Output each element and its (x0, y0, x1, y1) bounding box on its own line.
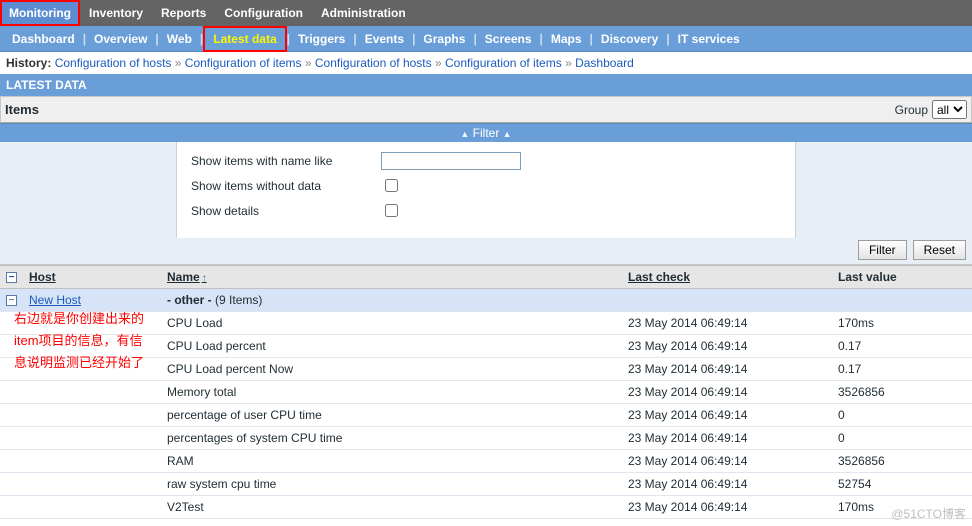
subnav-overview[interactable]: Overview (86, 26, 155, 52)
subnav-triggers[interactable]: Triggers (290, 26, 353, 52)
filter-show-details-label: Show details (191, 204, 381, 218)
filter-button[interactable]: Filter (858, 240, 907, 260)
table-row: CPU Load percent23 May 2014 06:49:140.17 (0, 335, 972, 358)
item-name: CPU Load (161, 312, 622, 335)
history-link[interactable]: Configuration of items (185, 56, 302, 70)
annotation-text: 右边就是你创建出来的item项目的信息，有信息说明监测已经开始了 (14, 308, 144, 374)
group-select[interactable]: all (932, 100, 967, 119)
item-last-value: 3526856 (832, 381, 972, 404)
filter-without-data-label: Show items without data (191, 179, 381, 193)
item-last-value: 0 (832, 404, 972, 427)
table-row: percentages of system CPU time23 May 201… (0, 427, 972, 450)
items-title: Items (5, 102, 39, 117)
item-name: RAM (161, 450, 622, 473)
table-row: raw system cpu time23 May 2014 06:49:145… (0, 473, 972, 496)
subnav-web[interactable]: Web (159, 26, 200, 52)
item-last-check: 23 May 2014 06:49:14 (622, 335, 832, 358)
item-last-check: 23 May 2014 06:49:14 (622, 473, 832, 496)
item-name: CPU Load percent Now (161, 358, 622, 381)
subnav-latest-data[interactable]: Latest data (203, 26, 286, 52)
table-row: percentage of user CPU time23 May 2014 0… (0, 404, 972, 427)
history-link[interactable]: Configuration of items (445, 56, 562, 70)
col-last-value: Last value (832, 266, 972, 289)
subnav-dashboard[interactable]: Dashboard (4, 26, 83, 52)
topnav-tab-monitoring[interactable]: Monitoring (0, 0, 80, 26)
subnav-screens[interactable]: Screens (477, 26, 540, 52)
item-last-check: 23 May 2014 06:49:14 (622, 358, 832, 381)
col-name[interactable]: Name↑ (167, 270, 207, 284)
filter-without-data-checkbox[interactable] (385, 179, 398, 192)
filter-name-like-input[interactable] (381, 152, 521, 170)
toggle-group-icon[interactable]: − (6, 295, 17, 306)
subnav-discovery[interactable]: Discovery (593, 26, 666, 52)
filter-caption-text: Filter (473, 126, 500, 140)
page-title: LATEST DATA (0, 74, 972, 96)
subnav-maps[interactable]: Maps (543, 26, 590, 52)
watermark: @51CTO博客 (891, 505, 966, 522)
item-last-check: 23 May 2014 06:49:14 (622, 450, 832, 473)
history-link[interactable]: Configuration of hosts (315, 56, 432, 70)
table-row: RAM23 May 2014 06:49:143526856 (0, 450, 972, 473)
group-count: (9 Items) (215, 293, 262, 307)
subnav-events[interactable]: Events (357, 26, 412, 52)
item-last-check: 23 May 2014 06:49:14 (622, 404, 832, 427)
subnav-it-services[interactable]: IT services (670, 26, 748, 52)
host-link[interactable]: New Host (29, 293, 81, 307)
item-name: percentage of user CPU time (161, 404, 622, 427)
item-name: percentages of system CPU time (161, 427, 622, 450)
filter-show-details-checkbox[interactable] (385, 204, 398, 217)
item-name: V2Test (161, 496, 622, 519)
table-row: V2Test23 May 2014 06:49:14170ms (0, 496, 972, 519)
chevron-up-icon: ▲ (460, 129, 469, 139)
item-name: CPU Load percent (161, 335, 622, 358)
reset-button[interactable]: Reset (913, 240, 966, 260)
item-name: raw system cpu time (161, 473, 622, 496)
table-row: CPU Load23 May 2014 06:49:14170ms (0, 312, 972, 335)
filter-name-like-label: Show items with name like (191, 154, 381, 168)
item-last-check: 23 May 2014 06:49:14 (622, 312, 832, 335)
table-row: CPU Load percent Now23 May 2014 06:49:14… (0, 358, 972, 381)
topnav-tab-reports[interactable]: Reports (152, 0, 215, 26)
items-bar: Items Group all (0, 96, 972, 123)
subnav-graphs[interactable]: Graphs (415, 26, 473, 52)
group-name: - other - (167, 293, 212, 307)
topnav-tab-administration[interactable]: Administration (312, 0, 415, 26)
item-last-value: 0 (832, 427, 972, 450)
item-last-value: 3526856 (832, 450, 972, 473)
items-table: − Host Name↑ Last check Last value − New… (0, 265, 972, 519)
toggle-all-icon[interactable]: − (6, 272, 17, 283)
table-row: Memory total23 May 2014 06:49:143526856 (0, 381, 972, 404)
breadcrumb: History: Configuration of hosts » Config… (0, 52, 972, 74)
filter-panel: Show items with name like Show items wit… (0, 142, 972, 265)
topnav-tab-inventory[interactable]: Inventory (80, 0, 152, 26)
topnav: Monitoring Inventory Reports Configurati… (0, 0, 972, 26)
col-last-check[interactable]: Last check (628, 270, 690, 284)
topnav-tab-configuration[interactable]: Configuration (215, 0, 312, 26)
history-label: History: (6, 56, 51, 70)
col-host[interactable]: Host (29, 270, 56, 284)
filter-toggle[interactable]: ▲ Filter ▲ (0, 123, 972, 142)
item-last-value: 52754 (832, 473, 972, 496)
item-last-value: 0.17 (832, 358, 972, 381)
item-last-value: 170ms (832, 312, 972, 335)
item-last-value: 0.17 (832, 335, 972, 358)
group-label: Group (895, 103, 928, 117)
history-link[interactable]: Dashboard (575, 56, 634, 70)
item-last-check: 23 May 2014 06:49:14 (622, 381, 832, 404)
item-last-check: 23 May 2014 06:49:14 (622, 496, 832, 519)
group-row: − New Host - other - (9 Items) (0, 289, 972, 312)
item-name: Memory total (161, 381, 622, 404)
sort-asc-icon: ↑ (202, 273, 207, 284)
history-link[interactable]: Configuration of hosts (55, 56, 172, 70)
item-last-check: 23 May 2014 06:49:14 (622, 427, 832, 450)
subnav: Dashboard| Overview| Web| Latest data| T… (0, 26, 972, 52)
chevron-up-icon: ▲ (503, 129, 512, 139)
